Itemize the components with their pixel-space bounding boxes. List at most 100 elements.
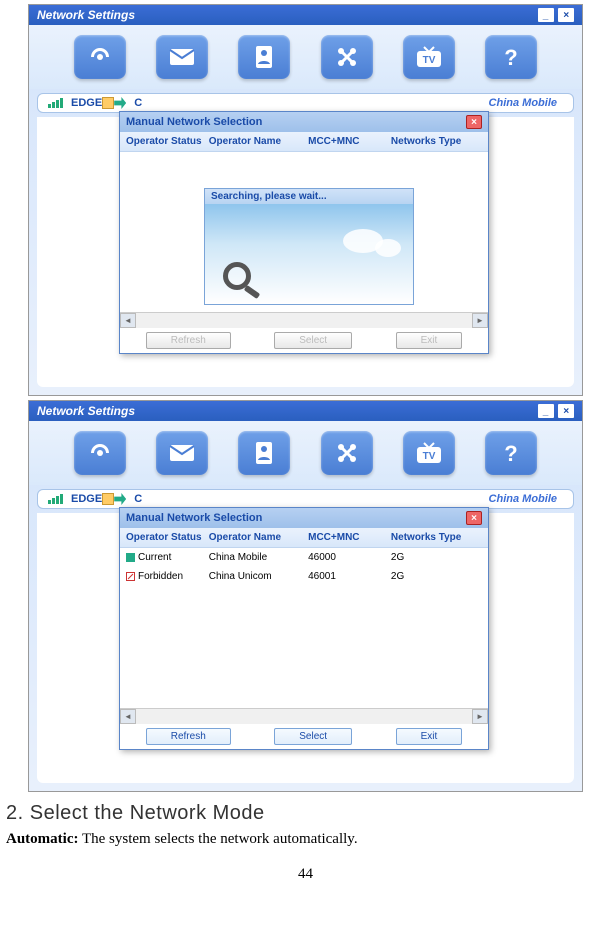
row-status: Forbidden [138,571,183,582]
section-heading: 2. Select the Network Mode [6,802,605,825]
carrier-name: China Mobile [489,493,563,505]
col-network-type: Networks Type [391,136,482,147]
scroll-left-button[interactable]: ◄ [120,313,136,328]
row-status: Current [138,552,171,563]
row-operator-name: China Mobile [209,552,308,563]
dialog-close-button[interactable]: × [466,511,482,525]
scroll-right-button[interactable]: ► [472,709,488,724]
screenshot-searching: Network Settings _ × TV ? EDGE C China M… [28,4,583,396]
window-title: Network Settings [37,8,135,22]
row-operator-name: China Unicom [209,571,308,582]
help-icon[interactable]: ? [485,35,537,79]
row-network-type: 2G [391,552,482,563]
magnifier-icon [223,262,251,290]
c-label: C [134,493,142,505]
network-selection-dialog: Manual Network Selection × Operator Stat… [119,507,489,750]
window-titlebar: Network Settings _ × [29,5,582,25]
tools-icon[interactable] [321,35,373,79]
minimize-button[interactable]: _ [538,8,554,22]
table-row[interactable]: Forbidden China Unicom 46001 2G [120,567,488,586]
svg-text:?: ? [504,441,517,465]
scroll-right-button[interactable]: ► [472,313,488,328]
automatic-description: Automatic: The system selects the networ… [6,831,605,848]
signal-icon [48,98,63,108]
automatic-text: The system selects the network automatic… [78,831,357,847]
message-icon[interactable] [156,431,208,475]
dialog-column-headers: Operator Status Operator Name MCC+MNC Ne… [120,132,488,152]
window-controls: _ × [538,8,574,22]
c-label: C [134,97,142,109]
screenshot-results: Network Settings _ × TV ? EDGE C China M… [28,400,583,792]
scroll-track[interactable] [136,709,472,724]
select-button[interactable]: Select [274,728,352,745]
col-mcc-mnc: MCC+MNC [308,136,391,147]
window-controls: _ × [538,404,574,418]
status-bar: EDGE C China Mobile [37,93,574,113]
dialog-titlebar: Manual Network Selection × [120,508,488,528]
signal-icon [48,494,63,504]
exit-button[interactable]: Exit [396,728,463,745]
row-network-type: 2G [391,571,482,582]
app-toolbar: TV ? [29,421,582,485]
col-network-type: Networks Type [391,532,482,543]
scroll-track[interactable] [136,313,472,328]
col-operator-name: Operator Name [209,136,308,147]
current-status-icon [126,553,135,562]
col-operator-status: Operator Status [126,532,209,543]
searching-text: Searching, please wait... [205,189,413,204]
dialog-titlebar: Manual Network Selection × [120,112,488,132]
network-selection-dialog: Manual Network Selection × Operator Stat… [119,111,489,354]
contacts-icon[interactable] [238,35,290,79]
table-row[interactable]: Current China Mobile 46000 2G [120,548,488,567]
dialog-title: Manual Network Selection [126,116,262,128]
refresh-button[interactable]: Refresh [146,332,231,349]
network-tech: EDGE [71,97,102,109]
row-mcc-mnc: 46000 [308,552,391,563]
tv-icon[interactable]: TV [403,431,455,475]
dialog-button-row: Refresh Select Exit [120,724,488,749]
scroll-left-button[interactable]: ◄ [120,709,136,724]
exit-button[interactable]: Exit [396,332,463,349]
contacts-icon[interactable] [238,431,290,475]
tv-icon[interactable]: TV [403,35,455,79]
minimize-button[interactable]: _ [538,404,554,418]
dialog-host-area: Manual Network Selection × Operator Stat… [37,513,574,783]
automatic-label: Automatic: [6,831,78,847]
col-operator-status: Operator Status [126,136,209,147]
data-arrow-icon [114,97,126,109]
close-button[interactable]: × [558,8,574,22]
dialog-host-area: Manual Network Selection × Operator Stat… [37,117,574,387]
network-tech: EDGE [71,493,102,505]
svg-text:TV: TV [422,55,435,66]
close-button[interactable]: × [558,404,574,418]
connect-icon[interactable] [74,431,126,475]
forbidden-status-icon [126,572,135,581]
row-mcc-mnc: 46001 [308,571,391,582]
svg-text:TV: TV [422,451,435,462]
status-bar: EDGE C China Mobile [37,489,574,509]
select-button[interactable]: Select [274,332,352,349]
dialog-body: Searching, please wait... [120,152,488,312]
app-toolbar: TV ? [29,25,582,89]
dialog-close-button[interactable]: × [466,115,482,129]
window-title: Network Settings [37,404,135,418]
horizontal-scrollbar[interactable]: ◄ ► [120,708,488,724]
message-icon[interactable] [156,35,208,79]
help-icon[interactable]: ? [485,431,537,475]
col-operator-name: Operator Name [209,532,308,543]
svg-text:?: ? [504,45,517,69]
connect-icon[interactable] [74,35,126,79]
dialog-title: Manual Network Selection [126,512,262,524]
searching-popup: Searching, please wait... [204,188,414,305]
refresh-button[interactable]: Refresh [146,728,231,745]
dialog-body: Current China Mobile 46000 2G Forbidden … [120,548,488,708]
sim-icon [102,97,114,109]
sim-icon [102,493,114,505]
tools-icon[interactable] [321,431,373,475]
dialog-column-headers: Operator Status Operator Name MCC+MNC Ne… [120,528,488,548]
page-number: 44 [0,866,611,883]
col-mcc-mnc: MCC+MNC [308,532,391,543]
searching-image [205,204,413,304]
horizontal-scrollbar[interactable]: ◄ ► [120,312,488,328]
carrier-name: China Mobile [489,97,563,109]
